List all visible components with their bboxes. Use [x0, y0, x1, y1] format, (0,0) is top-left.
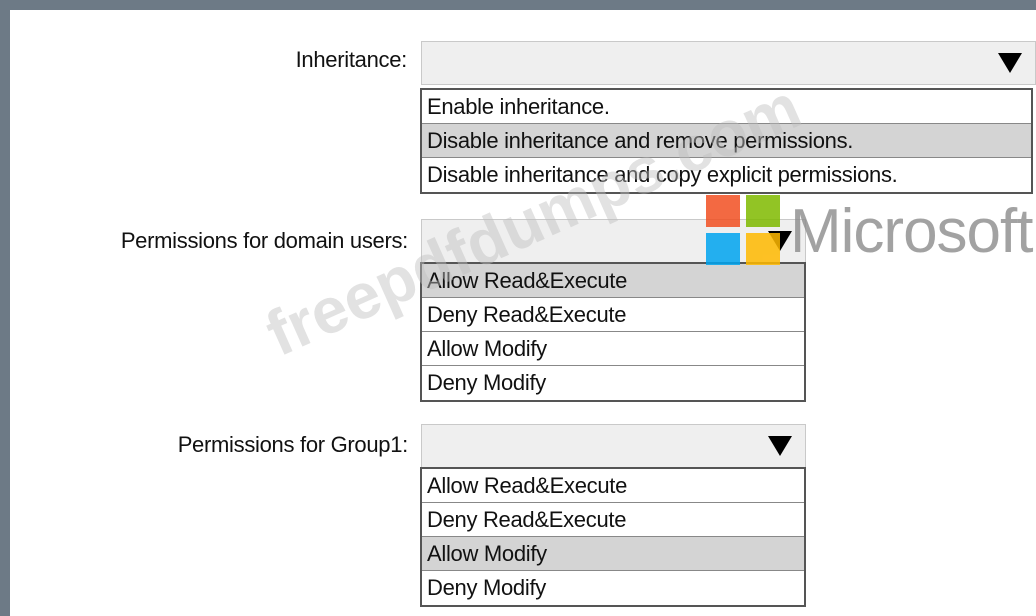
inheritance-options-list: Enable inheritance. Disable inheritance … — [420, 88, 1033, 194]
window-frame-left — [0, 0, 10, 616]
group1-permissions-label: Permissions for Group1: — [177, 432, 409, 457]
group1-permissions-dropdown[interactable] — [421, 424, 806, 468]
logo-square-green — [746, 195, 780, 227]
domain-users-option-allow-modify[interactable]: Allow Modify — [422, 332, 804, 366]
microsoft-wordmark: Microsoft — [790, 197, 1033, 266]
inheritance-option-disable-copy[interactable]: Disable inheritance and copy explicit pe… — [422, 158, 1031, 192]
domain-users-option-deny-modify[interactable]: Deny Modify — [422, 366, 804, 400]
inheritance-option-enable[interactable]: Enable inheritance. — [422, 90, 1031, 124]
chevron-down-icon[interactable] — [755, 425, 805, 467]
domain-users-permissions-list: Allow Read&Execute Deny Read&Execute All… — [420, 262, 806, 402]
logo-square-red — [706, 195, 740, 227]
logo-square-blue — [706, 233, 740, 265]
group1-permissions-list: Allow Read&Execute Deny Read&Execute All… — [420, 467, 806, 607]
group1-option-deny-read-execute[interactable]: Deny Read&Execute — [422, 503, 804, 537]
window-frame-top — [0, 0, 1036, 10]
chevron-down-icon[interactable] — [985, 42, 1035, 84]
group1-option-deny-modify[interactable]: Deny Modify — [422, 571, 804, 605]
group1-option-allow-read-execute[interactable]: Allow Read&Execute — [422, 469, 804, 503]
microsoft-logo-icon — [706, 195, 786, 270]
logo-square-yellow — [746, 233, 780, 265]
inheritance-dropdown[interactable] — [421, 41, 1036, 85]
domain-users-permissions-label: Permissions for domain users: — [120, 228, 408, 253]
inheritance-option-disable-remove[interactable]: Disable inheritance and remove permissio… — [422, 124, 1031, 158]
inheritance-label: Inheritance: — [295, 47, 408, 72]
group1-option-allow-modify[interactable]: Allow Modify — [422, 537, 804, 571]
domain-users-option-deny-read-execute[interactable]: Deny Read&Execute — [422, 298, 804, 332]
